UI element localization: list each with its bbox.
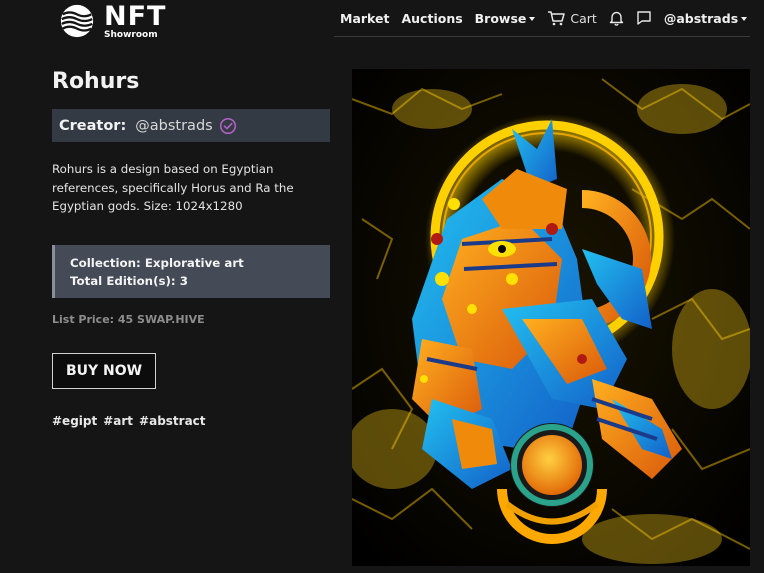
nft-artwork-image[interactable] — [352, 69, 750, 566]
bell-icon — [609, 11, 624, 26]
notifications-button[interactable] — [609, 10, 624, 26]
tag-link[interactable]: #egipt — [52, 414, 97, 428]
creator-bar: Creator: @abstrads — [52, 109, 330, 142]
nav-cart-link[interactable]: Cart — [547, 10, 597, 26]
buy-now-button[interactable]: BUY NOW — [52, 353, 156, 389]
nav-auctions-link[interactable]: Auctions — [401, 11, 462, 26]
nav-cart-label: Cart — [570, 10, 597, 26]
tag-list: #egipt #art #abstract — [52, 414, 212, 428]
nav-market-link[interactable]: Market — [340, 11, 389, 26]
nft-title: Rohurs — [52, 69, 140, 94]
nft-description: Rohurs is a design based on Egyptian ref… — [52, 162, 294, 213]
tag-link[interactable]: #art — [103, 414, 133, 428]
verified-icon — [219, 117, 237, 135]
brand-logo[interactable]: NFT Showroom — [58, 2, 166, 40]
chat-icon — [637, 11, 651, 25]
user-menu-dropdown[interactable]: @abstrads — [663, 10, 748, 26]
nav-browse-dropdown[interactable]: Browse — [475, 11, 536, 26]
messages-button[interactable] — [636, 10, 652, 26]
nav-divider — [334, 36, 750, 37]
cart-icon — [548, 11, 566, 26]
collection-name: Collection: Explorative art — [70, 256, 244, 270]
user-menu-label: @abstrads — [663, 10, 739, 26]
brand-subtitle: Showroom — [104, 29, 158, 40]
edition-count: Total Edition(s): 3 — [70, 274, 188, 288]
list-price: List Price: 45 SWAP.HIVE — [52, 313, 205, 326]
collection-box: Collection: Explorative art Total Editio… — [52, 245, 330, 298]
chevron-down-icon — [741, 17, 748, 21]
creator-label: Creator: — [59, 117, 127, 134]
top-navbar: NFT Showroom Market Auctions Browse Cart — [0, 0, 764, 40]
tag-link[interactable]: #abstract — [139, 414, 206, 428]
nav-browse-label: Browse — [474, 10, 527, 26]
brand-name: NFT — [104, 0, 167, 32]
nft-logo-icon — [60, 4, 94, 38]
creator-handle-link[interactable]: @abstrads — [135, 118, 212, 134]
chevron-down-icon — [529, 17, 536, 21]
